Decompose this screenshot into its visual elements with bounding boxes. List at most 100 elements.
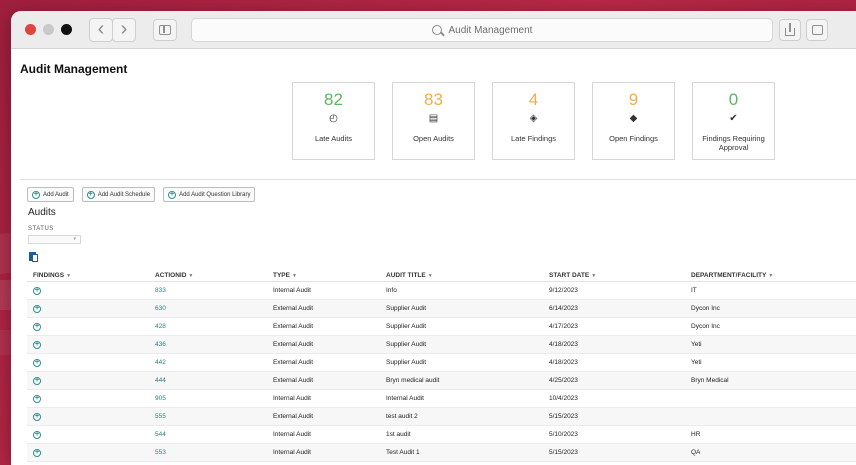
action-id-link[interactable]: 833 bbox=[149, 287, 267, 294]
start-date-cell: 5/15/2023 bbox=[549, 449, 578, 456]
table-header: FINDINGS ▼ ACTIONID ▼ TYPE ▼ AUDIT TITLE ▼ S… bbox=[27, 269, 856, 282]
expand-findings-icon[interactable]: + bbox=[33, 430, 41, 439]
chevron-right-icon: › bbox=[120, 18, 128, 40]
share-button[interactable] bbox=[779, 19, 801, 41]
kpi-findings-requiring-approval[interactable]: 0 ✔ Findings Requiring Approval bbox=[692, 82, 775, 160]
kpi-value: 4 bbox=[528, 90, 539, 109]
maximize-window-button[interactable] bbox=[61, 24, 72, 35]
table-row[interactable]: +442 External Audit Supplier Audit 4/18/202… bbox=[27, 354, 856, 372]
table-row[interactable]: +436 External Audit Supplier Audit 4/18/202… bbox=[27, 336, 856, 354]
action-id-link[interactable]: 444 bbox=[149, 377, 267, 384]
action-id-link[interactable]: 442 bbox=[149, 359, 267, 366]
sort-caret-icon: ▼ bbox=[188, 272, 194, 279]
start-date-cell: 4/17/2023 bbox=[549, 323, 578, 330]
expand-findings-icon[interactable]: + bbox=[33, 394, 41, 403]
table-row[interactable]: +428 External Audit Supplier Audit 4/17/202… bbox=[27, 318, 856, 336]
forward-button[interactable]: › bbox=[112, 18, 136, 42]
kpi-label: Findings Requiring Approval bbox=[702, 134, 765, 152]
table-row[interactable]: +553 Internal Audit Test Audit 1 5/15/2023 Q… bbox=[27, 444, 856, 462]
kpi-label: Open Findings bbox=[609, 134, 658, 143]
department-cell: Bryn Medical bbox=[691, 377, 729, 384]
findings-cell: + bbox=[27, 430, 149, 439]
kpi-open-audits[interactable]: 83 ▤ Open Audits bbox=[392, 82, 475, 160]
audits-panel: + Add Audit + Add Audit Schedule + Add A… bbox=[20, 179, 856, 465]
kpi-late-audits[interactable]: 82 ◴ Late Audits bbox=[292, 82, 375, 160]
kpi-label: Late Audits bbox=[314, 134, 353, 143]
action-id-link[interactable]: 436 bbox=[149, 341, 267, 348]
column-header-department[interactable]: DEPARTMENT/FACILITY ▼ bbox=[685, 272, 856, 279]
address-bar[interactable]: Audit Management bbox=[191, 18, 773, 42]
audit-title-cell: Bryn medical audit bbox=[386, 377, 440, 384]
add-audit-schedule-button[interactable]: + Add Audit Schedule bbox=[81, 187, 156, 202]
kpi-cards: 82 ◴ Late Audits 83 ▤ Open Audits 4 ◈ La… bbox=[292, 82, 792, 160]
browser-window: ‹ › Audit Management Audit Management 82… bbox=[11, 11, 856, 465]
audits-section-title: Audits bbox=[28, 207, 56, 218]
close-window-button[interactable] bbox=[25, 24, 36, 35]
column-header-start-date[interactable]: START DATE ▼ bbox=[543, 272, 685, 279]
column-header-actionid[interactable]: ACTIONID ▼ bbox=[149, 272, 267, 279]
kpi-late-findings[interactable]: 4 ◈ Late Findings bbox=[492, 82, 575, 160]
search-icon bbox=[431, 25, 442, 35]
minimize-window-button[interactable] bbox=[43, 24, 54, 35]
column-header-findings[interactable]: FINDINGS ▼ bbox=[27, 272, 149, 279]
action-id-link[interactable]: 544 bbox=[149, 431, 267, 438]
status-filter-select[interactable]: ▾ bbox=[28, 235, 81, 244]
table-row[interactable]: +544 Internal Audit 1st audit 5/10/2023 HR bbox=[27, 426, 856, 444]
back-button[interactable]: ‹ bbox=[89, 18, 113, 42]
button-label: Add Audit bbox=[43, 191, 69, 198]
action-id-link[interactable]: 630 bbox=[149, 305, 267, 312]
table-row[interactable]: +905 Internal Audit Internal Audit 10/4/202… bbox=[27, 390, 856, 408]
type-cell: Internal Audit bbox=[273, 395, 311, 402]
table-row[interactable]: +630 External Audit Supplier Audit 6/14/202… bbox=[27, 300, 856, 318]
table-row[interactable]: +444 External Audit Bryn medical audit 4/25… bbox=[27, 372, 856, 390]
expand-findings-icon[interactable]: + bbox=[33, 358, 41, 367]
button-label: Add Audit Question Library bbox=[179, 191, 251, 198]
kpi-value: 83 bbox=[424, 90, 443, 109]
action-id-link[interactable]: 905 bbox=[149, 395, 267, 402]
type-cell: External Audit bbox=[273, 341, 314, 348]
tabs-overview-button[interactable] bbox=[806, 19, 828, 41]
column-header-audit-title[interactable]: AUDIT TITLE ▼ bbox=[380, 272, 543, 279]
start-date-cell: 6/14/2023 bbox=[549, 305, 578, 312]
audit-actions-toolbar: + Add Audit + Add Audit Schedule + Add A… bbox=[27, 187, 263, 202]
column-header-label: TYPE bbox=[273, 271, 290, 279]
expand-findings-icon[interactable]: + bbox=[33, 286, 41, 295]
kpi-label: Open Audits bbox=[413, 134, 454, 143]
column-header-label: START DATE bbox=[549, 271, 590, 279]
findings-cell: + bbox=[27, 286, 149, 295]
add-audit-button[interactable]: + Add Audit bbox=[27, 187, 74, 202]
add-audit-question-library-button[interactable]: + Add Audit Question Library bbox=[163, 187, 256, 202]
kpi-label: Late Findings bbox=[510, 134, 557, 143]
sidebar-toggle-button[interactable] bbox=[153, 19, 177, 41]
findings-cell: + bbox=[27, 376, 149, 385]
findings-cell: + bbox=[27, 340, 149, 349]
action-id-link[interactable]: 428 bbox=[149, 323, 267, 330]
table-row[interactable]: +833 Internal Audit Info 9/12/2023 IT bbox=[27, 282, 856, 300]
department-cell: Dycon Inc bbox=[691, 305, 720, 312]
sort-caret-icon: ▼ bbox=[66, 272, 72, 279]
action-id-link[interactable]: 555 bbox=[149, 413, 267, 420]
column-header-type[interactable]: TYPE ▼ bbox=[267, 272, 380, 279]
clipboard-icon: ▤ bbox=[428, 113, 439, 124]
expand-findings-icon[interactable]: + bbox=[33, 340, 41, 349]
table-body: +833 Internal Audit Info 9/12/2023 IT +630 Ext… bbox=[27, 282, 856, 462]
expand-findings-icon[interactable]: + bbox=[33, 322, 41, 331]
action-id-link[interactable]: 553 bbox=[149, 449, 267, 456]
table-row[interactable]: +555 External Audit test audit 2 5/15/2023 bbox=[27, 408, 856, 426]
start-date-cell: 4/18/2023 bbox=[549, 359, 578, 366]
column-header-label: DEPARTMENT/FACILITY bbox=[691, 271, 767, 279]
expand-findings-icon[interactable]: + bbox=[33, 304, 41, 313]
plus-circle-icon: + bbox=[32, 190, 40, 199]
kpi-open-findings[interactable]: 9 ◆ Open Findings bbox=[592, 82, 675, 160]
audit-title-cell: Supplier Audit bbox=[386, 359, 427, 366]
expand-findings-icon[interactable]: + bbox=[33, 448, 41, 457]
address-text: Audit Management bbox=[448, 24, 533, 36]
export-excel-icon[interactable] bbox=[29, 252, 38, 262]
department-cell: Yeti bbox=[691, 359, 702, 366]
expand-findings-icon[interactable]: + bbox=[33, 412, 41, 421]
department-cell: HR bbox=[691, 431, 701, 438]
column-header-label: FINDINGS bbox=[33, 271, 65, 279]
department-cell: IT bbox=[691, 287, 697, 294]
expand-findings-icon[interactable]: + bbox=[33, 376, 41, 385]
audit-title-cell: test audit 2 bbox=[386, 413, 418, 420]
